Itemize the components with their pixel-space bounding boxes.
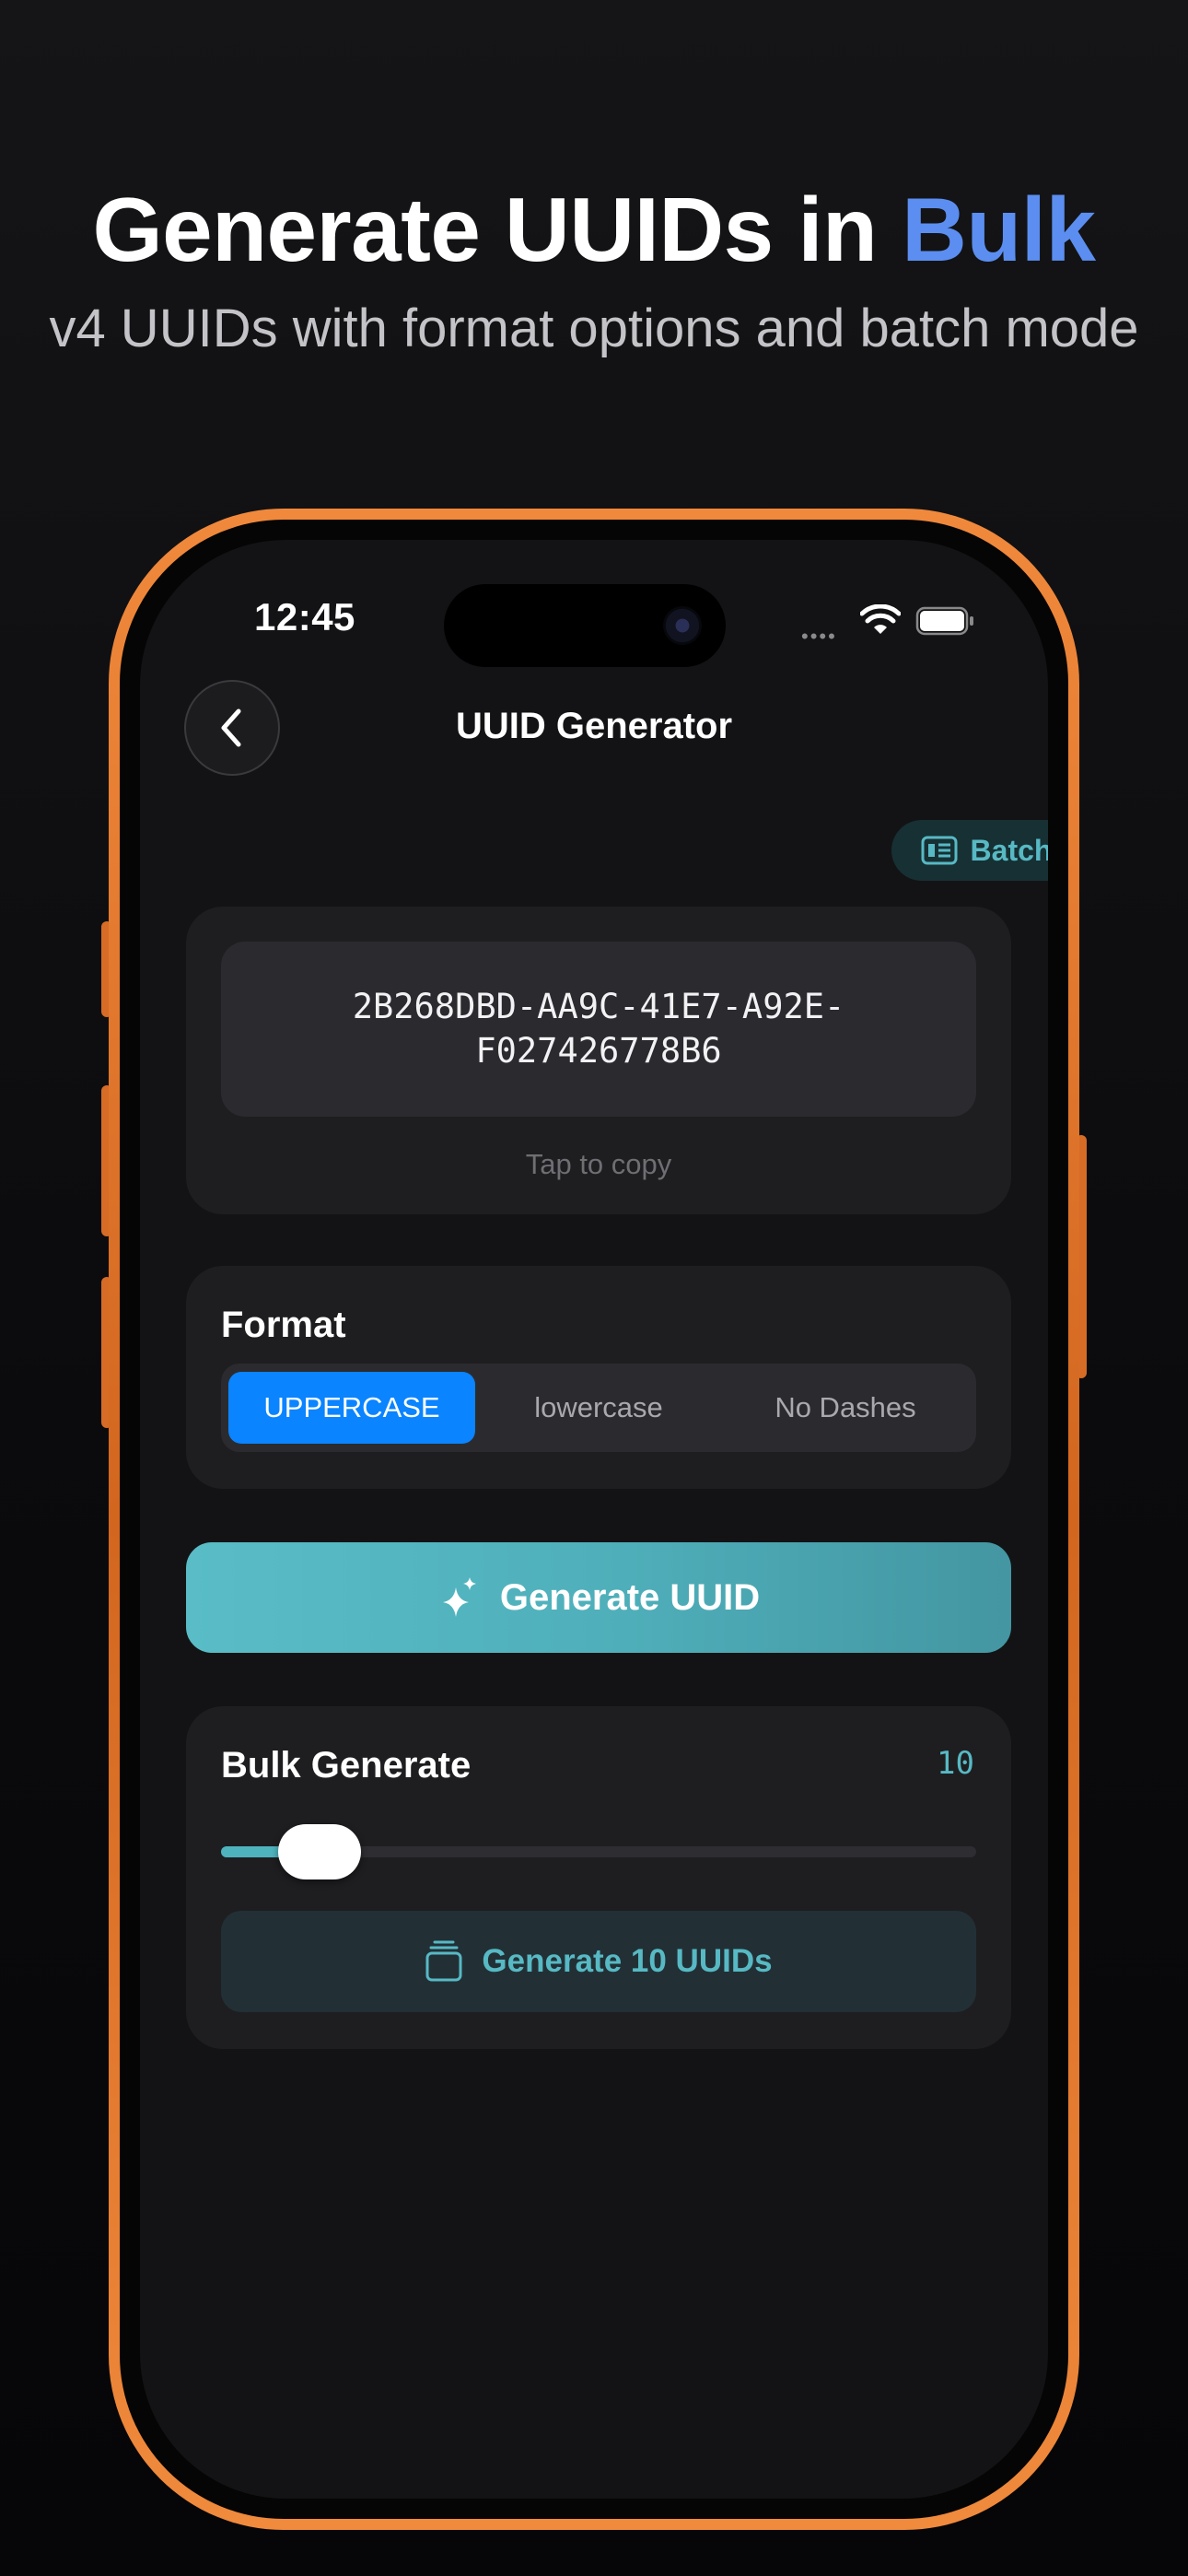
generate-uuid-button[interactable]: Generate UUID	[186, 1542, 1011, 1653]
bulk-count-slider[interactable]	[221, 1824, 976, 1879]
generate-bulk-button[interactable]: Generate 10 UUIDs	[221, 1911, 976, 2012]
dynamic-island	[444, 584, 726, 667]
list-icon	[921, 836, 958, 865]
headline-prefix: Generate UUIDs in	[92, 179, 903, 280]
uuid-line-1: 2B268DBD-AA9C-41E7-A92E-	[352, 986, 845, 1026]
bulk-title: Bulk Generate	[221, 1745, 472, 1786]
format-segmented-control: UPPERCASE lowercase No Dashes	[221, 1364, 976, 1452]
batch-label: Batch	[970, 833, 1048, 867]
format-title: Format	[221, 1305, 346, 1345]
phone-bezel: 12:45 •••• UUID Generator Batch 2B268DBD…	[120, 520, 1068, 2519]
bulk-card: Bulk Generate 10 Generate 10 UUIDs	[186, 1706, 1011, 2049]
generate-uuid-label: Generate UUID	[499, 1576, 761, 1618]
app-screen: 12:45 •••• UUID Generator Batch 2B268DBD…	[140, 540, 1048, 2499]
uuid-card: 2B268DBD-AA9C-41E7-A92E- F027426778B6 Ta…	[186, 907, 1011, 1214]
generate-bulk-label: Generate 10 UUIDs	[482, 1943, 773, 1979]
format-option-no-dashes[interactable]: No Dashes	[722, 1372, 969, 1444]
sparkles-icon	[442, 1577, 476, 1617]
batch-button[interactable]: Batch	[891, 820, 1048, 881]
slider-thumb[interactable]	[278, 1824, 361, 1879]
battery-icon	[915, 606, 973, 636]
tap-to-copy-hint: Tap to copy	[525, 1148, 672, 1180]
nav-title: UUID Generator	[455, 706, 733, 746]
format-card: Format UPPERCASE lowercase No Dashes	[186, 1266, 1011, 1489]
bulk-count: 10	[937, 1745, 974, 1782]
phone-frame: 12:45 •••• UUID Generator Batch 2B268DBD…	[109, 509, 1079, 2530]
format-option-uppercase[interactable]: UPPERCASE	[228, 1372, 475, 1444]
headline-accent: Bulk	[902, 179, 1096, 280]
stack-icon	[425, 1940, 462, 1982]
headline: Generate UUIDs in Bulk	[0, 179, 1188, 280]
status-time: 12:45	[254, 595, 355, 638]
wifi-icon	[860, 604, 901, 634]
uuid-display[interactable]: 2B268DBD-AA9C-41E7-A92E- F027426778B6	[221, 942, 976, 1117]
camera-icon	[663, 606, 702, 645]
format-option-lowercase[interactable]: lowercase	[475, 1372, 722, 1444]
uuid-line-2: F027426778B6	[475, 1031, 722, 1071]
subheadline: v4 UUIDs with format options and batch m…	[49, 299, 1139, 358]
signal-dots-icon: ••••	[801, 625, 837, 648]
